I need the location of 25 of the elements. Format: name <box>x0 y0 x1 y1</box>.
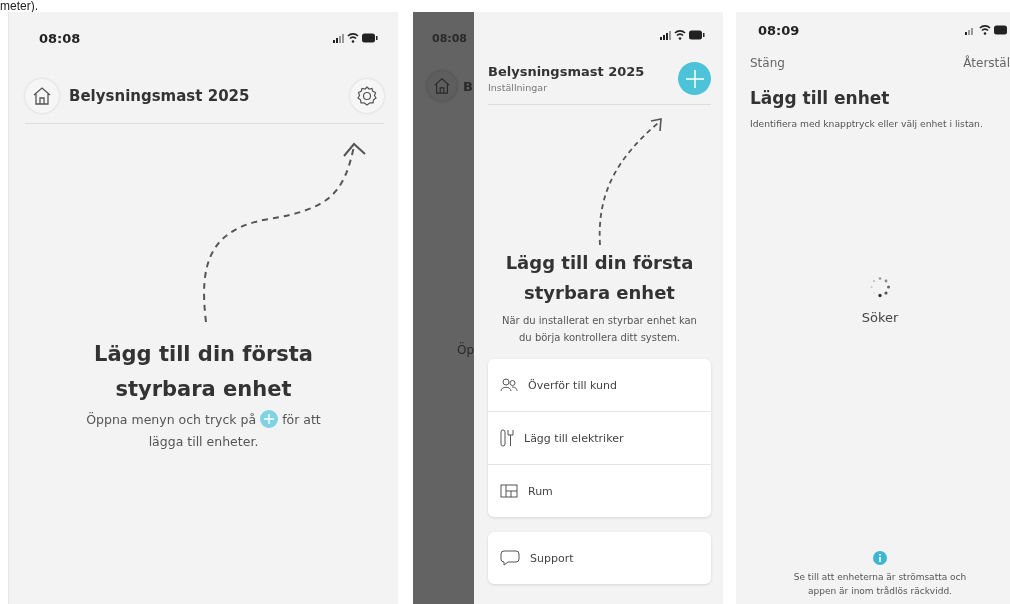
info-text: Se till att enheterna är strömsatta och appen är inom trådlös räckvidd. <box>792 571 968 598</box>
menu-item[interactable]: Lägg till elektriker <box>488 412 711 465</box>
hint-text: för att <box>282 412 321 427</box>
close-link[interactable]: Stäng <box>750 56 785 70</box>
menu-item[interactable]: Överför till kund <box>488 359 711 412</box>
status-time: 08:08 <box>39 30 81 46</box>
hint-text: lägga till enheter. <box>148 434 259 449</box>
hint-text: Öppna menyn och tryck på <box>86 412 257 427</box>
description-text: När du installerat en styrbar enhet kan du börja kontrollera ditt system. <box>501 314 698 345</box>
reset-link[interactable]: Återstäl <box>963 56 1010 70</box>
caption-text: meter). <box>0 0 39 12</box>
menu-item[interactable]: Rum <box>488 465 711 517</box>
page-title: Lägg till enhet <box>750 88 891 108</box>
hint-text: Öp <box>457 343 474 357</box>
instruction-text: Identifiera med knapptryck eller välj enhet i listan. <box>750 118 984 129</box>
settings-link[interactable]: Inställningar <box>488 82 645 93</box>
status-time: 08:08 <box>432 32 468 45</box>
project-title: B <box>463 78 473 94</box>
project-title: Belysningsmast 2025 <box>488 64 645 79</box>
searching-label: Söker <box>861 310 899 325</box>
empty-state-heading: Lägg till din första styrbara enhet <box>504 251 695 305</box>
status-time: 08:09 <box>758 22 800 38</box>
empty-state-heading: Lägg till din första styrbara enhet <box>93 341 314 403</box>
support-item[interactable]: Support <box>488 532 711 584</box>
project-title: Belysningsmast 2025 <box>69 87 251 105</box>
